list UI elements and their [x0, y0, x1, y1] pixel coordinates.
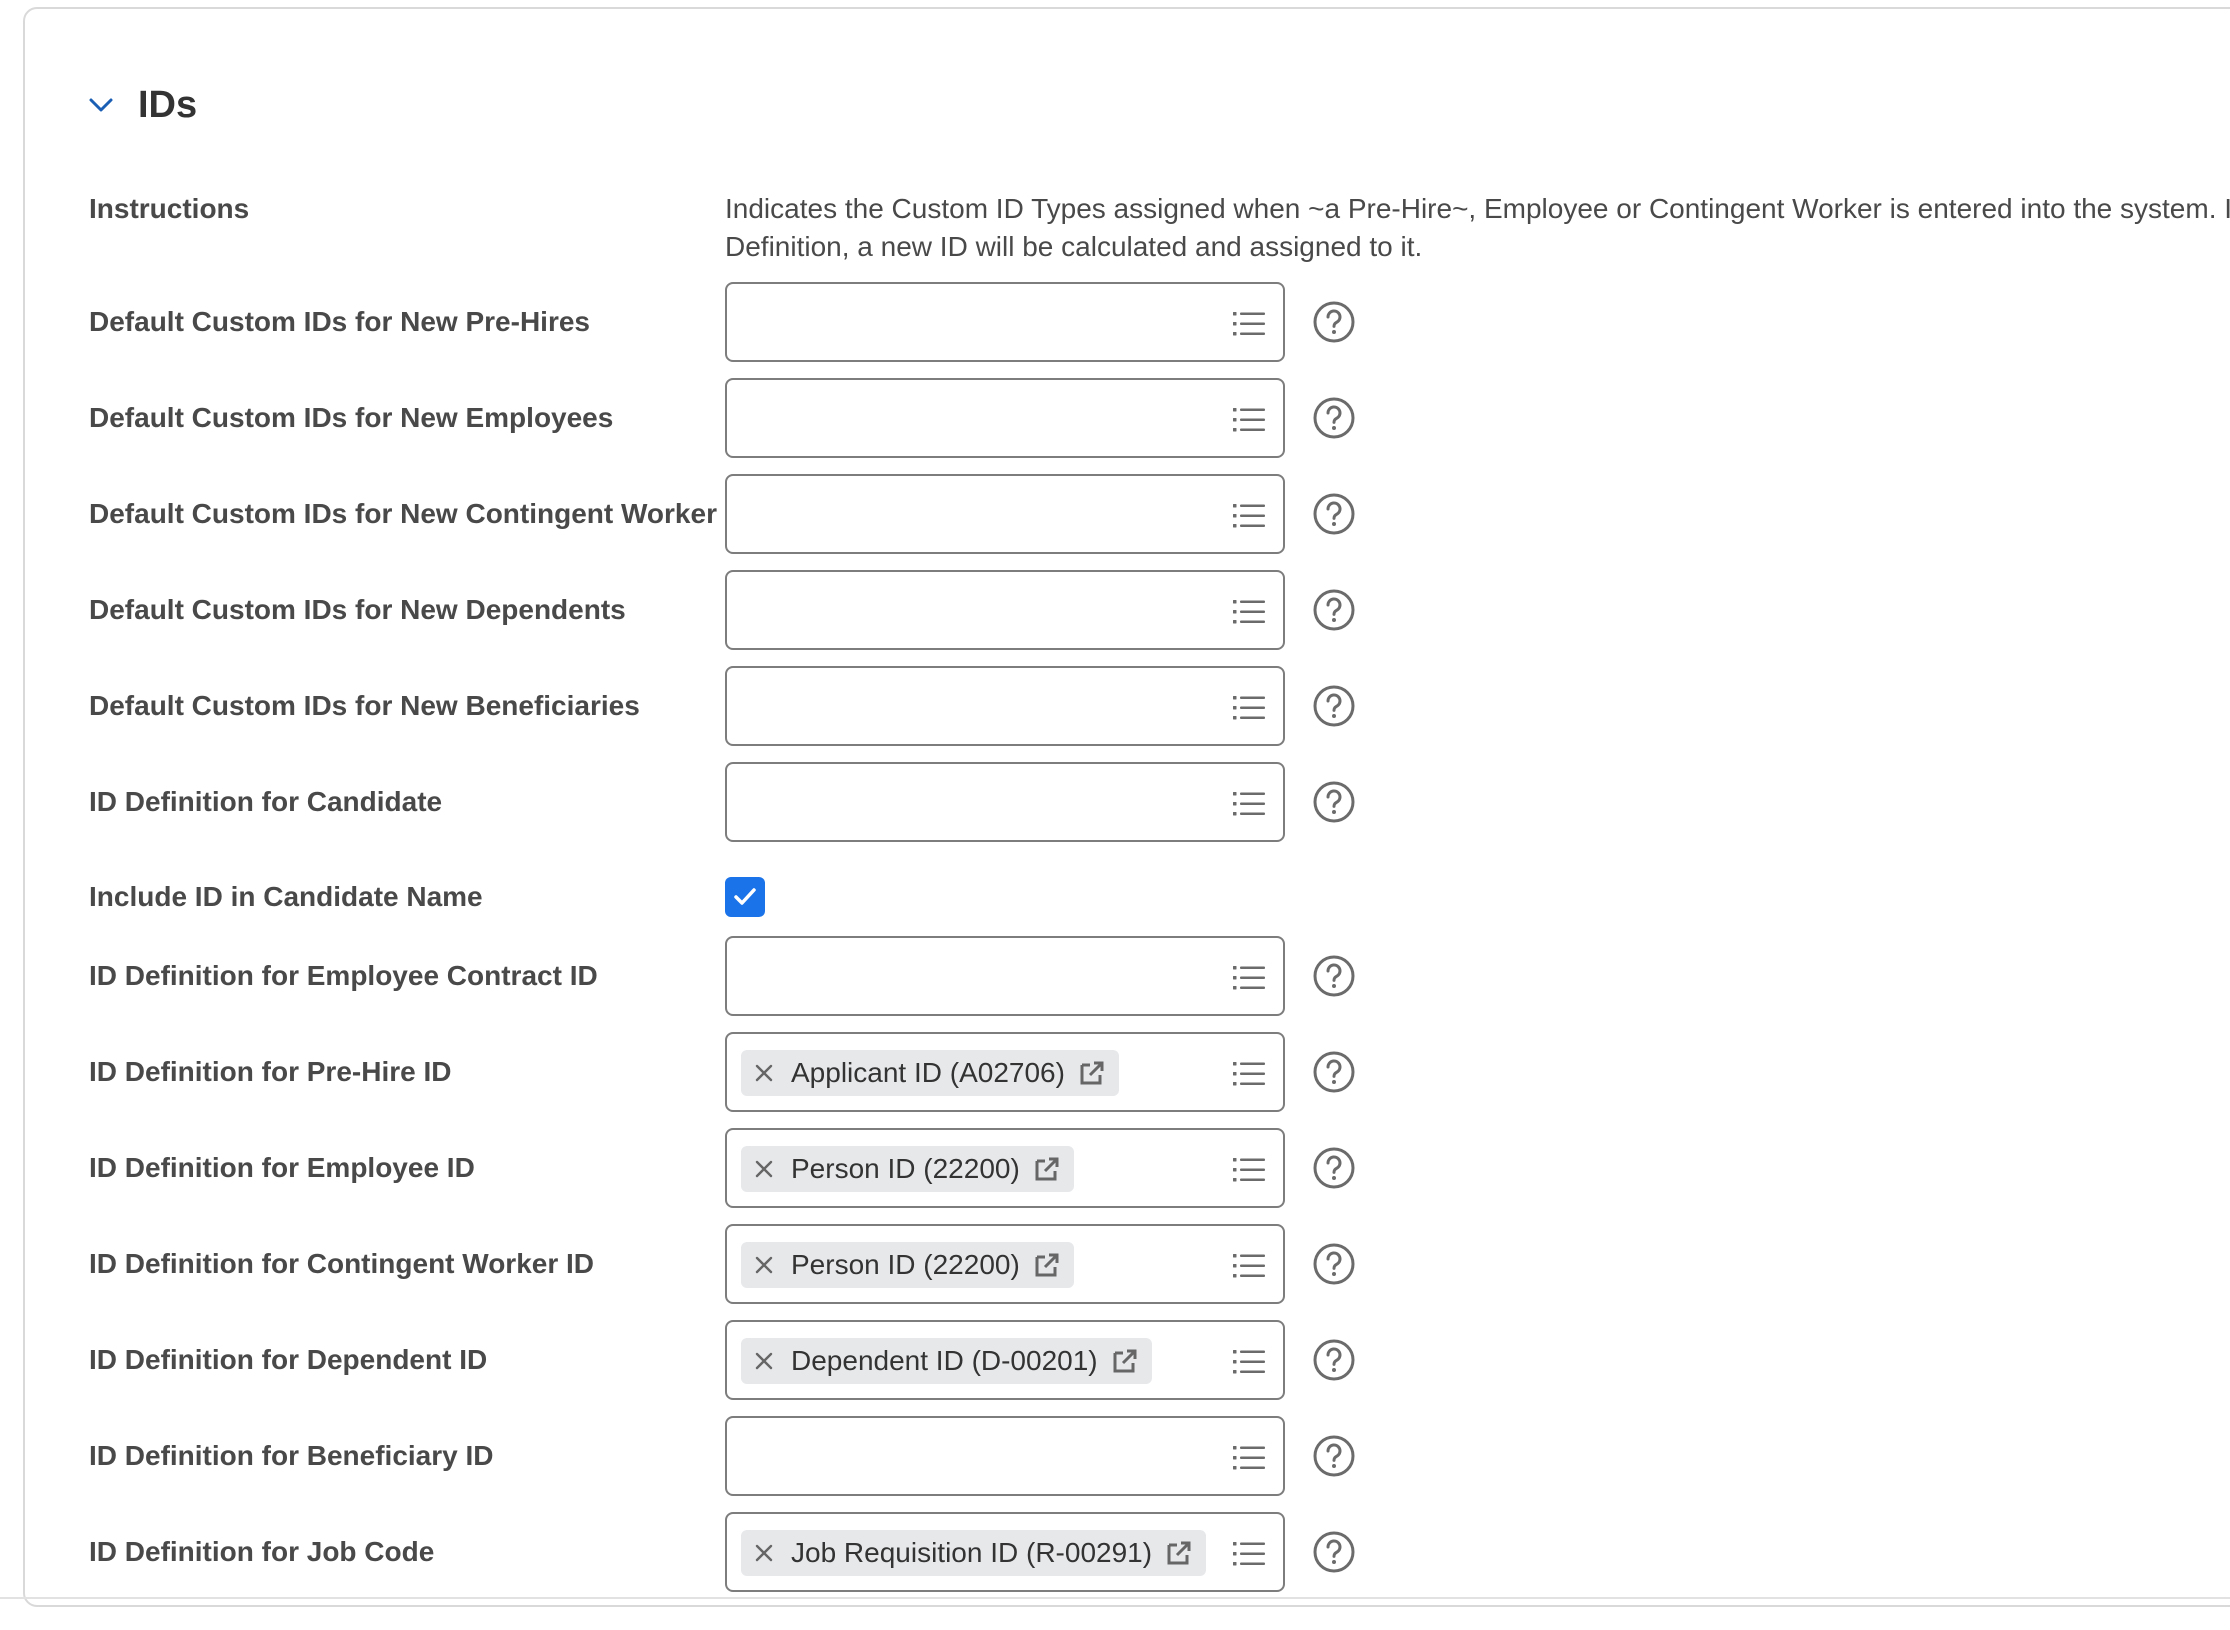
field-label: ID Definition for Beneficiary ID: [89, 1440, 494, 1471]
chevron-down-icon[interactable]: [80, 84, 122, 126]
default-custom-ids-beneficiaries-input[interactable]: [725, 666, 1285, 746]
field-label: ID Definition for Pre-Hire ID: [89, 1056, 452, 1087]
id-definition-contingent-worker-input[interactable]: Person ID (22200): [725, 1224, 1285, 1304]
field-label: Default Custom IDs for New Dependents: [89, 594, 626, 625]
help-icon[interactable]: [1312, 1050, 1356, 1094]
instructions-line-1: Indicates the Custom ID Types assigned w…: [725, 193, 2230, 224]
prompt-list-icon[interactable]: [1231, 1536, 1267, 1572]
check-icon: [734, 888, 756, 905]
remove-x-icon[interactable]: [753, 1158, 775, 1180]
id-definition-candidate-input[interactable]: [725, 762, 1285, 842]
pill-label: Person ID (22200): [791, 1249, 1020, 1280]
help-icon[interactable]: [1312, 1242, 1356, 1286]
prompt-list-icon[interactable]: [1231, 498, 1267, 534]
instructions-text: Indicates the Custom ID Types assigned w…: [725, 190, 2230, 266]
prompt-list-icon[interactable]: [1231, 1152, 1267, 1188]
prompt-list-icon[interactable]: [1231, 1248, 1267, 1284]
field-label: ID Definition for Job Code: [89, 1536, 435, 1567]
id-definition-beneficiary-input[interactable]: [725, 1416, 1285, 1496]
help-icon[interactable]: [1312, 588, 1356, 632]
field-label: Default Custom IDs for New Employees: [89, 402, 614, 433]
remove-x-icon[interactable]: [753, 1062, 775, 1084]
instructions-line-2: Definition, a new ID will be calculated …: [725, 231, 1423, 262]
external-link-icon[interactable]: [1034, 1156, 1060, 1182]
prompt-list-icon[interactable]: [1231, 1440, 1267, 1476]
selected-item-pill: Person ID (22200): [741, 1242, 1074, 1288]
help-icon[interactable]: [1312, 1338, 1356, 1382]
divider: [0, 1597, 2230, 1599]
field-label: Default Custom IDs for New Beneficiaries: [89, 690, 640, 721]
field-label: ID Definition for Employee ID: [89, 1152, 475, 1183]
field-label: ID Definition for Dependent ID: [89, 1344, 488, 1375]
selected-item-pill: Applicant ID (A02706): [741, 1050, 1119, 1096]
help-icon[interactable]: [1312, 300, 1356, 344]
help-icon[interactable]: [1312, 492, 1356, 536]
selected-item-pill: Dependent ID (D-00201): [741, 1338, 1152, 1384]
remove-x-icon[interactable]: [753, 1542, 775, 1564]
prompt-list-icon[interactable]: [1231, 1056, 1267, 1092]
default-custom-ids-dependents-input[interactable]: [725, 570, 1285, 650]
help-icon[interactable]: [1312, 1146, 1356, 1190]
include-id-in-candidate-name-checkbox[interactable]: [725, 877, 765, 917]
section-title: IDs: [138, 83, 198, 126]
pill-label: Applicant ID (A02706): [791, 1057, 1065, 1088]
help-icon[interactable]: [1312, 954, 1356, 998]
external-link-icon[interactable]: [1166, 1540, 1192, 1566]
default-custom-ids-contingent-worker-input[interactable]: [725, 474, 1285, 554]
pill-label: Job Requisition ID (R-00291): [791, 1537, 1153, 1568]
prompt-list-icon[interactable]: [1231, 786, 1267, 822]
id-definition-employee-input[interactable]: Person ID (22200): [725, 1128, 1285, 1208]
external-link-icon[interactable]: [1112, 1348, 1138, 1374]
prompt-list-icon[interactable]: [1231, 1344, 1267, 1380]
external-link-icon[interactable]: [1034, 1252, 1060, 1278]
remove-x-icon[interactable]: [753, 1350, 775, 1372]
field-label: Include ID in Candidate Name: [89, 881, 483, 912]
help-icon[interactable]: [1312, 684, 1356, 728]
remove-x-icon[interactable]: [753, 1254, 775, 1276]
field-label: Default Custom IDs for New Contingent Wo…: [89, 498, 717, 529]
selected-item-pill: Person ID (22200): [741, 1146, 1074, 1192]
id-definition-employee-contract-input[interactable]: [725, 936, 1285, 1016]
prompt-list-icon[interactable]: [1231, 306, 1267, 342]
help-icon[interactable]: [1312, 1530, 1356, 1574]
prompt-list-icon[interactable]: [1231, 960, 1267, 996]
help-icon[interactable]: [1312, 1434, 1356, 1478]
field-label: ID Definition for Contingent Worker ID: [89, 1248, 595, 1279]
selected-item-pill: Job Requisition ID (R-00291): [741, 1530, 1207, 1576]
external-link-icon[interactable]: [1079, 1060, 1105, 1086]
pill-label: Person ID (22200): [791, 1153, 1020, 1184]
field-label: Default Custom IDs for New Pre-Hires: [89, 306, 590, 337]
instructions-label: Instructions: [89, 193, 250, 224]
field-label: ID Definition for Candidate: [89, 786, 443, 817]
id-definition-pre-hire-input[interactable]: Applicant ID (A02706): [725, 1032, 1285, 1112]
pill-label: Dependent ID (D-00201): [791, 1345, 1098, 1376]
help-icon[interactable]: [1312, 396, 1356, 440]
prompt-list-icon[interactable]: [1231, 402, 1267, 438]
help-icon[interactable]: [1312, 780, 1356, 824]
field-label: ID Definition for Employee Contract ID: [89, 960, 598, 991]
prompt-list-icon[interactable]: [1231, 594, 1267, 630]
default-custom-ids-employees-input[interactable]: [725, 378, 1285, 458]
id-definition-dependent-input[interactable]: Dependent ID (D-00201): [725, 1320, 1285, 1400]
id-definition-job-code-input[interactable]: Job Requisition ID (R-00291): [725, 1512, 1285, 1592]
default-custom-ids-pre-hires-input[interactable]: [725, 282, 1285, 362]
prompt-list-icon[interactable]: [1231, 690, 1267, 726]
section-header: IDs: [80, 80, 197, 130]
